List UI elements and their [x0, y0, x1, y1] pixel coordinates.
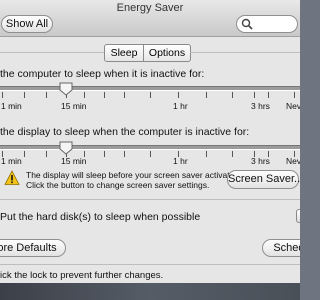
restore-defaults-button[interactable]: ore Defaults [0, 239, 66, 257]
display-sleep-track[interactable] [0, 145, 300, 150]
tab-selector: Sleep Options [104, 44, 191, 62]
tick-label-never: Nev [286, 101, 300, 111]
computer-sleep-ticks [0, 92, 300, 98]
schedule-button[interactable]: Schedu [262, 239, 300, 257]
divider-middle [0, 199, 300, 200]
screen-saver-warning-text: The display will sleep before your scree… [26, 170, 241, 190]
computer-sleep-label: the computer to sleep when it is inactiv… [0, 68, 205, 80]
display-sleep-slider-knob[interactable] [59, 141, 73, 155]
tick-label-1hr: 1 hr [173, 156, 188, 166]
search-icon [241, 18, 253, 30]
tick-label-1hr: 1 hr [173, 101, 188, 111]
lock-message: ick the lock to prevent further changes. [0, 270, 164, 281]
hard-disk-sleep-label: Put the hard disk(s) to sleep when possi… [0, 211, 201, 223]
tick-label-3hrs: 3 hrs [251, 101, 270, 111]
show-all-button[interactable]: Show All [1, 15, 53, 33]
warning-line-2: Click the button to change screen saver … [26, 180, 210, 190]
computer-sleep-slider-knob[interactable] [59, 82, 73, 96]
energy-saver-window: Energy Saver Show All Sleep Options the … [0, 0, 300, 283]
search-field[interactable] [236, 15, 298, 33]
tick-label-3hrs: 3 hrs [251, 156, 270, 166]
titlebar: Energy Saver Show All [0, 0, 300, 37]
tab-options[interactable]: Options [144, 45, 190, 61]
warning-icon [4, 170, 20, 185]
warning-line-1: The display will sleep before your scree… [26, 170, 241, 180]
tick-label-never: Nev [286, 156, 300, 166]
display-sleep-label: the display to sleep when the computer i… [0, 126, 250, 138]
divider-left [0, 52, 104, 53]
window-title: Energy Saver [116, 2, 184, 14]
options-checkbox-edge[interactable] [296, 209, 300, 223]
divider-right [190, 52, 300, 53]
tick-label-1min: 1 min [1, 101, 22, 111]
tick-label-15min: 15 min [61, 101, 87, 111]
tab-sleep[interactable]: Sleep [105, 45, 144, 61]
divider-bottom [0, 264, 300, 265]
desktop-background [0, 283, 300, 300]
tick-label-1min: 1 min [1, 156, 22, 166]
screen-saver-button[interactable]: Screen Saver... [227, 170, 300, 189]
tick-label-15min: 15 min [61, 156, 87, 166]
computer-sleep-track[interactable] [0, 86, 300, 91]
